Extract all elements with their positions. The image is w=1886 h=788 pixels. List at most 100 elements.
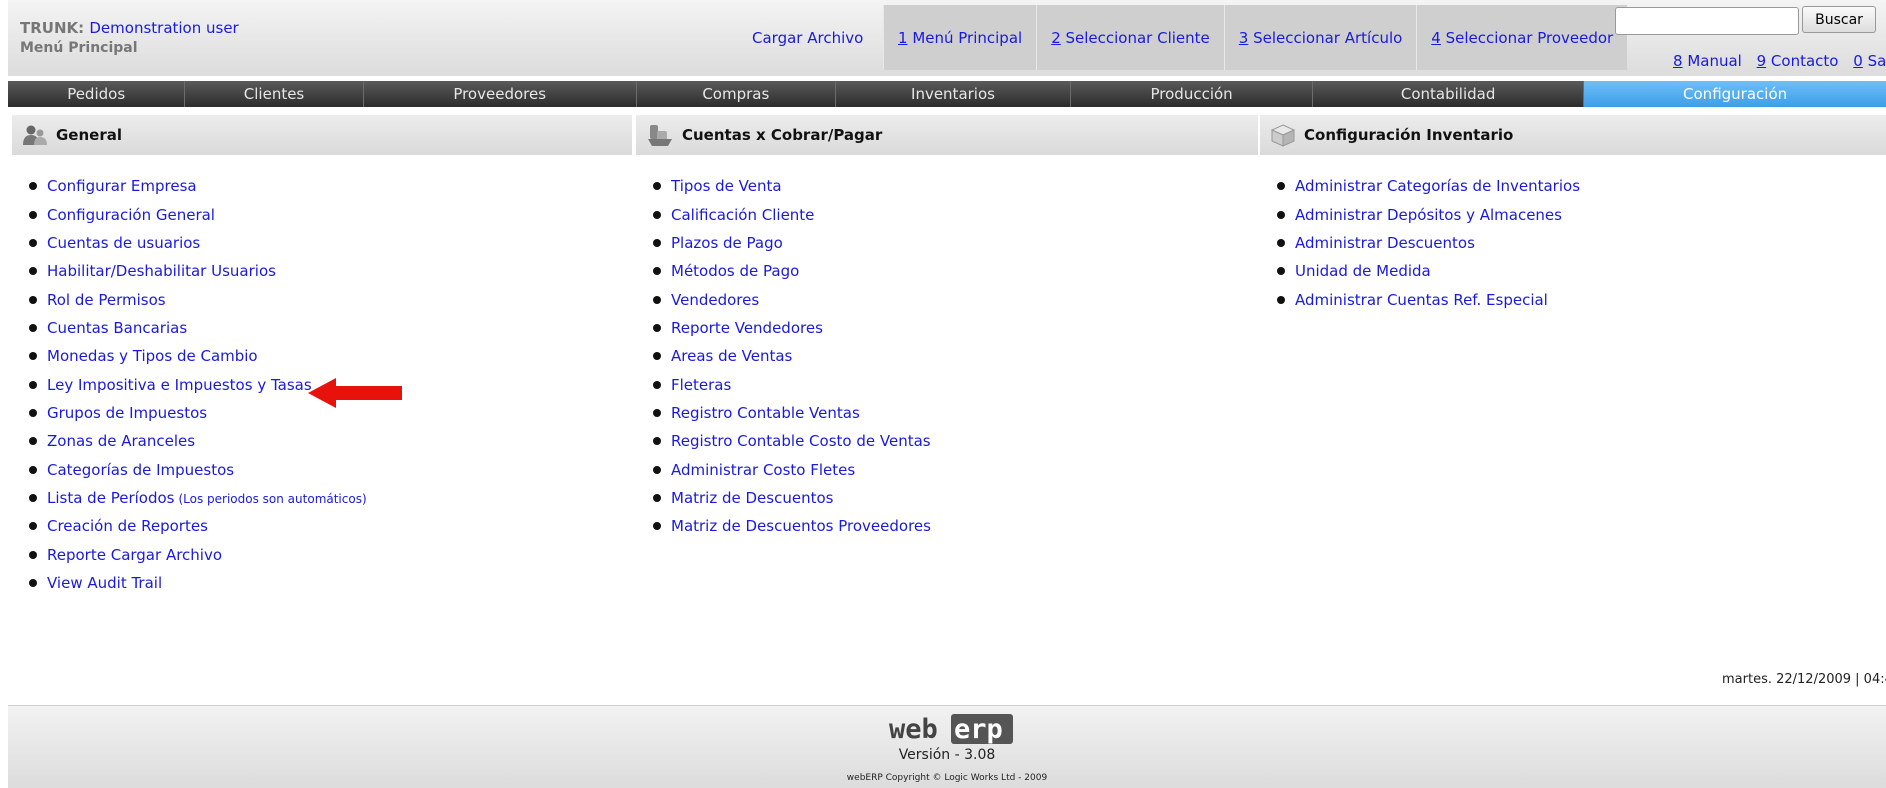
plazos-pago-link[interactable]: Plazos de Pago [671,234,783,252]
inventario-menu-list: Administrar Categorías de Inventarios Ad… [1277,172,1580,314]
tab-compras[interactable]: Compras [637,81,836,107]
search-button[interactable]: Buscar [1802,6,1876,33]
metodos-pago-link[interactable]: Métodos de Pago [671,262,799,280]
box-icon [1270,124,1296,147]
list-item: Reporte Vendedores [653,314,931,342]
lista-periodos-link[interactable]: Lista de Períodos (Los periodos son autom… [47,489,367,507]
rol-permisos-link[interactable]: Rol de Permisos [47,291,166,309]
tab-proveedores[interactable]: Proveedores [364,81,637,107]
list-item: Unidad de Medida [1277,257,1580,285]
list-item: Monedas y Tipos de Cambio [29,342,367,370]
grupos-impuestos-link[interactable]: Grupos de Impuestos [47,404,207,422]
footer: web erp Versión - 3.08 webERP Copyright … [8,705,1886,788]
section-inventario-title: Configuración Inventario [1304,126,1514,144]
manual-link[interactable]: 8 Manual [1673,52,1742,70]
reporte-vendedores-link[interactable]: Reporte Vendedores [671,319,823,337]
matriz-descuentos-proveedores-link[interactable]: Matriz de Descuentos Proveedores [671,517,931,535]
user-name: Demonstration user [89,19,239,37]
monedas-cambio-link[interactable]: Monedas y Tipos de Cambio [47,347,258,365]
areas-ventas-link[interactable]: Areas de Ventas [671,347,792,365]
copyright-label: webERP Copyright © Logic Works Ltd - 200… [846,773,1048,783]
list-item: Matriz de Descuentos [653,484,931,512]
tab-clientes[interactable]: Clientes [185,81,364,107]
list-item: Configuración General [29,200,367,228]
section-inventario-header: Configuración Inventario [1260,115,1886,155]
calificacion-cliente-link[interactable]: Calificación Cliente [671,206,814,224]
list-item: Categorías de Impuestos [29,455,367,483]
depositos-almacenes-link[interactable]: Administrar Depósitos y Almacenes [1295,206,1562,224]
list-item: Registro Contable Costo de Ventas [653,427,931,455]
categorias-impuestos-link[interactable]: Categorías de Impuestos [47,461,234,479]
tab-contabilidad[interactable]: Contabilidad [1313,81,1585,107]
registro-contable-ventas-link[interactable]: Registro Contable Ventas [671,404,860,422]
list-item: Cuentas de usuarios [29,229,367,257]
list-item: Cuentas Bancarias [29,314,367,342]
weberp-logo: web erp [889,714,1013,745]
categorias-inventarios-link[interactable]: Administrar Categorías de Inventarios [1295,177,1580,195]
nav-menu-principal[interactable]: 1 Menú Principal [898,29,1022,47]
zonas-aranceles-link[interactable]: Zonas de Aranceles [47,432,195,450]
configurar-empresa-link[interactable]: Configurar Empresa [47,177,197,195]
contacto-link[interactable]: 9 Contacto [1757,52,1839,70]
administrar-descuentos-link[interactable]: Administrar Descuentos [1295,234,1475,252]
cuentas-ref-especial-link[interactable]: Administrar Cuentas Ref. Especial [1295,291,1548,309]
cargar-archivo-link[interactable]: Cargar Archivo [752,29,863,47]
version-label: Versión - 3.08 [898,747,996,763]
list-item: Plazos de Pago [653,229,931,257]
nav-seleccionar-proveedor[interactable]: 4 Seleccionar Proveedor [1431,29,1613,47]
tab-inventarios[interactable]: Inventarios [836,81,1072,107]
registro-costo-ventas-link[interactable]: Registro Contable Costo de Ventas [671,432,931,450]
section-cuentas-title: Cuentas x Cobrar/Pagar [682,126,883,144]
section-general-header: General [12,115,632,155]
list-item: Registro Contable Ventas [653,399,931,427]
svg-text:erp: erp [954,714,1003,745]
fleteras-link[interactable]: Fleteras [671,376,731,394]
list-item: Areas de Ventas [653,342,931,370]
list-item: Configurar Empresa [29,172,367,200]
top-nav: 1 Menú Principal 2 Seleccionar Cliente 3… [883,5,1628,70]
list-item: Matriz de Descuentos Proveedores [653,512,931,540]
creacion-reportes-link[interactable]: Creación de Reportes [47,517,208,535]
configuracion-general-link[interactable]: Configuración General [47,206,215,224]
list-item: Zonas de Aranceles [29,427,367,455]
nav-seleccionar-articulo[interactable]: 3 Seleccionar Artículo [1239,29,1403,47]
tipos-venta-link[interactable]: Tipos de Venta [671,177,782,195]
salir-link[interactable]: 0 Salir [1853,52,1886,70]
main-menu-bar: Pedidos Clientes Proveedores Compras Inv… [8,81,1886,107]
list-item: Creación de Reportes [29,512,367,540]
view-audit-trail-link[interactable]: View Audit Trail [47,574,162,592]
periodos-note: (Los periodos son automáticos) [178,491,367,506]
vendedores-link[interactable]: Vendedores [671,291,759,309]
user-info: TRUNK: Demonstration user [20,19,239,37]
annotation-arrow-icon [308,378,402,408]
section-cuentas-header: Cuentas x Cobrar/Pagar [636,115,1258,155]
list-item: View Audit Trail [29,569,367,597]
list-item: Tipos de Venta [653,172,931,200]
quick-links: 8 Manual 9 Contacto 0 Salir [1663,52,1886,70]
header-bar: TRUNK: Demonstration user Menú Principal… [8,0,1886,76]
ley-impositiva-link[interactable]: Ley Impositiva e Impuestos y Tasas [47,376,312,394]
administrar-costo-fletes-link[interactable]: Administrar Costo Fletes [671,461,855,479]
list-item: Métodos de Pago [653,257,931,285]
unidad-medida-link[interactable]: Unidad de Medida [1295,262,1431,280]
cuentas-bancarias-link[interactable]: Cuentas Bancarias [47,319,187,337]
matriz-descuentos-link[interactable]: Matriz de Descuentos [671,489,833,507]
habilitar-usuarios-link[interactable]: Habilitar/Deshabilitar Usuarios [47,262,276,280]
tab-produccion[interactable]: Producción [1071,81,1314,107]
cuentas-usuarios-link[interactable]: Cuentas de usuarios [47,234,200,252]
search-input[interactable] [1615,7,1799,35]
nav-seleccionar-cliente[interactable]: 2 Seleccionar Cliente [1051,29,1210,47]
list-item: Habilitar/Deshabilitar Usuarios [29,257,367,285]
list-item: Rol de Permisos [29,285,367,313]
reporte-cargar-archivo-link[interactable]: Reporte Cargar Archivo [47,546,222,564]
tab-configuracion[interactable]: Configuración [1584,81,1886,107]
datetime-label: martes. 22/12/2009 | 04:4 [1722,672,1886,687]
tab-pedidos[interactable]: Pedidos [8,81,186,107]
list-item: Administrar Costo Fletes [653,455,931,483]
list-item: Fleteras [653,370,931,398]
users-icon [23,125,47,145]
list-item: Reporte Cargar Archivo [29,540,367,568]
svg-text:web: web [889,714,938,745]
list-item: Lista de Períodos (Los periodos son autom… [29,484,367,512]
section-general-title: General [56,126,122,144]
